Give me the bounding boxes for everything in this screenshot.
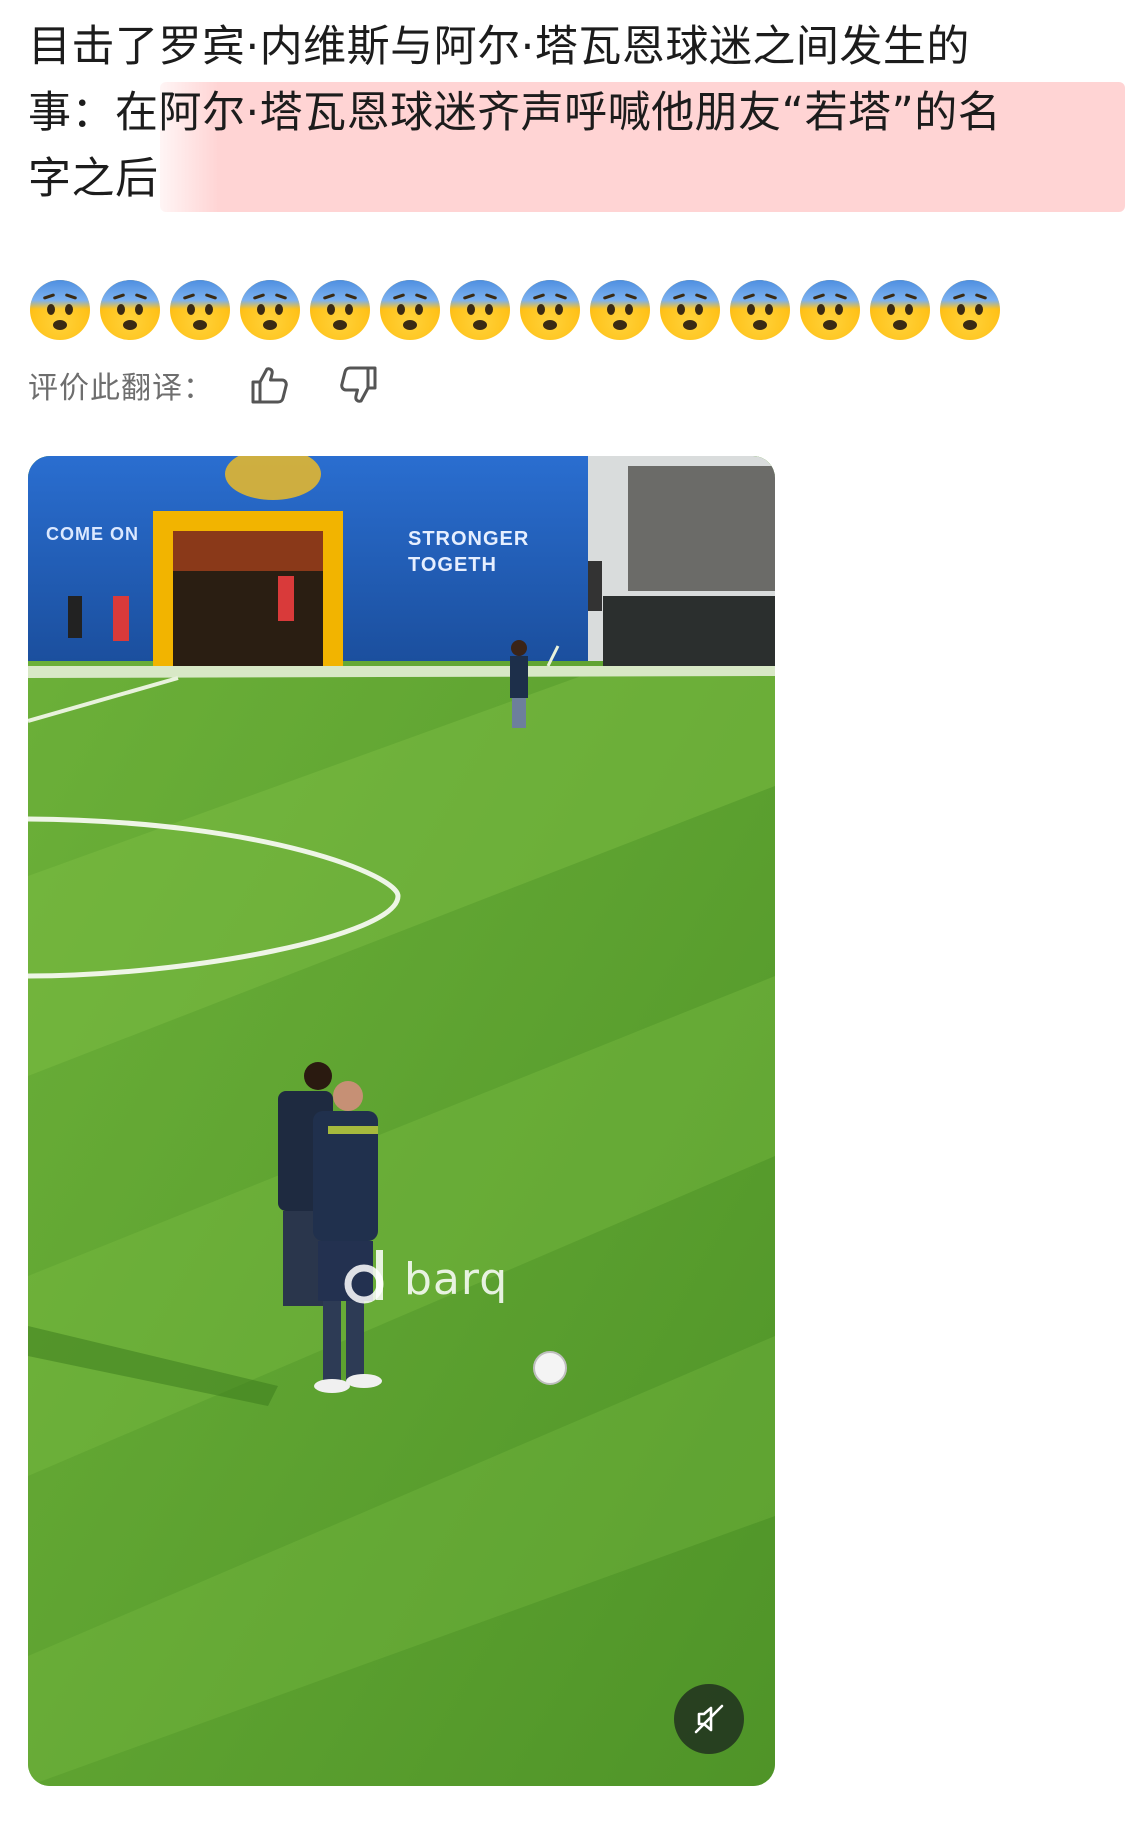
anxious-face-icon [240, 280, 300, 340]
video-player[interactable]: COME ON STRONGER TOGETH barq [28, 456, 775, 1786]
barq-logo-icon [344, 1250, 384, 1304]
watermark-text: barq [404, 1254, 509, 1305]
anxious-face-icon [30, 280, 90, 340]
anxious-face-icon [800, 280, 860, 340]
rate-translation-row: 评价此翻译： [28, 360, 384, 410]
post-page: 目击了罗宾·内维斯与阿尔·塔瓦恩球迷之间发生的 事：在阿尔·塔瓦恩球迷齐声呼喊他… [0, 0, 1125, 1839]
anxious-face-icon [590, 280, 650, 340]
banner-left: COME ON [46, 524, 140, 544]
emoji-row [30, 280, 1000, 340]
anxious-face-icon [450, 280, 510, 340]
anxious-face-icon [310, 280, 370, 340]
anxious-face-icon [170, 280, 230, 340]
muted-speaker-icon [694, 1704, 724, 1734]
anxious-face-icon [380, 280, 440, 340]
anxious-face-icon [660, 280, 720, 340]
mute-toggle-button[interactable] [674, 1684, 744, 1754]
post-line-2: 事：在阿尔·塔瓦恩球迷齐声呼喊他朋友“若塔”的名 [28, 88, 1002, 138]
post-line-1: 目击了罗宾·内维斯与阿尔·塔瓦恩球迷之间发生的 [28, 22, 970, 72]
thumbs-down-button[interactable] [334, 360, 384, 410]
post-line-3: 字之后 [28, 154, 159, 204]
barq-watermark: barq [336, 1246, 536, 1316]
thumbs-up-icon [251, 367, 288, 404]
post-body: 目击了罗宾·内维斯与阿尔·塔瓦恩球迷之间发生的 事：在阿尔·塔瓦恩球迷齐声呼喊他… [28, 14, 1098, 212]
rate-translation-label: 评价此翻译： [28, 371, 214, 406]
anxious-face-icon [730, 280, 790, 340]
thumbs-down-icon [340, 366, 377, 403]
anxious-face-icon [870, 280, 930, 340]
anxious-face-icon [100, 280, 160, 340]
banner-right-1: STRONGER [408, 528, 530, 550]
anxious-face-icon [940, 280, 1000, 340]
thumbs-up-button[interactable] [244, 360, 294, 410]
banner-right-2: TOGETH [408, 554, 497, 576]
video-frame [28, 456, 775, 1786]
anxious-face-icon [520, 280, 580, 340]
